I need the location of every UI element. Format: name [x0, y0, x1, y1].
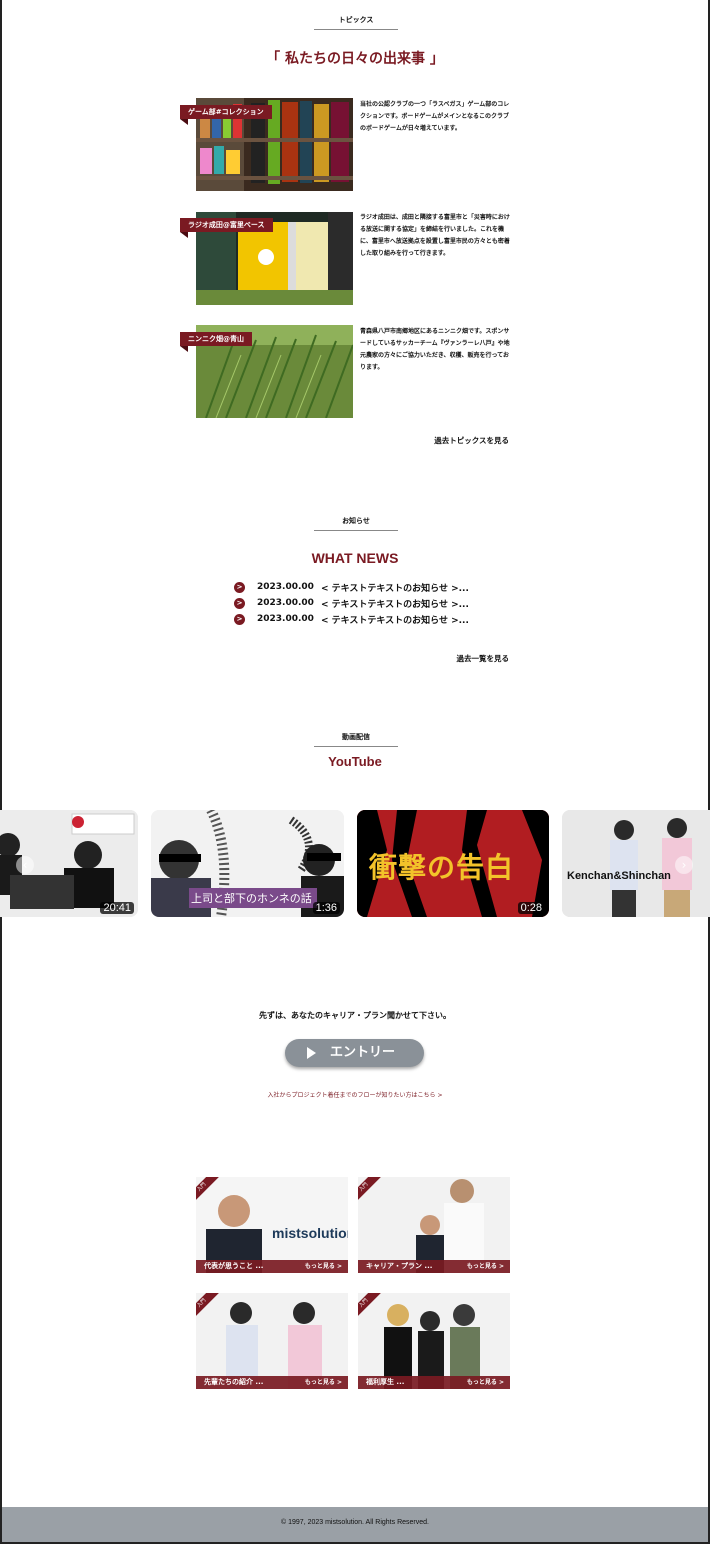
youtube-heading: YouTube: [328, 754, 382, 769]
chevron-right-icon: >: [234, 597, 245, 609]
banner-title: 先輩たちの紹介 ...: [204, 1378, 264, 1386]
entry-button-label: エントリー: [330, 1045, 396, 1060]
footer: © 1997, 2023 mistsolution. All Rights Re…: [2, 1507, 708, 1542]
banner-career-plan[interactable]: 入門 キャリア・プラン ... もっと見る >: [358, 1177, 510, 1273]
topic-text: 当社の公認クラブの一つ「ラスベガス」ゲーム部のコレクションです。ボードゲームがメ…: [360, 101, 510, 132]
video-duration: 0:28: [517, 902, 545, 914]
footer-copyright: © 1997, 2023 mistsolution. All Rights Re…: [281, 1519, 429, 1526]
news-item[interactable]: > 2023.00.00 < テキストテキストのお知らせ >...: [234, 596, 469, 610]
past-news-link[interactable]: 過去一覧を見る: [457, 653, 510, 664]
topics-heading: 「 私たちの日々の出来事 」: [266, 51, 444, 67]
video-duration: 20:41: [100, 902, 134, 914]
banner-more-link[interactable]: もっと見る >: [467, 1260, 504, 1273]
banner-title-bar: 福利厚生 ... もっと見る >: [358, 1376, 510, 1389]
news-date: 2023.00.00: [257, 598, 314, 608]
news-title: < テキストテキストのお知らせ >...: [321, 615, 469, 626]
banner-more-link[interactable]: もっと見る >: [305, 1376, 342, 1389]
banner-more-link[interactable]: もっと見る >: [467, 1376, 504, 1389]
video-section-label: 動画配信: [314, 732, 398, 747]
play-icon: [307, 1047, 316, 1059]
news-item[interactable]: > 2023.00.00 < テキストテキストのお知らせ >...: [234, 612, 469, 626]
entry-lead-text: 先ずは、あなたのキャリア・プラン聞かせて下さい。: [259, 1011, 451, 1020]
news-title: < テキストテキストのお知らせ >...: [321, 583, 469, 594]
news-item[interactable]: > 2023.00.00 < テキストテキストのお知らせ >...: [234, 580, 469, 594]
banner-more-link[interactable]: もっと見る >: [305, 1260, 342, 1273]
topic-tag: ラジオ成田@富里ベース: [180, 218, 273, 238]
mistsolution-logo: mistsolution: [272, 1225, 348, 1241]
banner-title-bar: 先輩たちの紹介 ... もっと見る >: [196, 1376, 348, 1389]
chevron-right-icon[interactable]: ›: [675, 856, 693, 874]
video-thumbnail[interactable]: 衝撃の告白 0:28: [357, 810, 549, 917]
banner-ceo-message[interactable]: mistsolution 入門 代表が思うこと ... もっと見る >: [196, 1177, 348, 1273]
chevron-left-icon[interactable]: ‹: [16, 856, 34, 874]
news-section-label: お知らせ: [314, 516, 398, 531]
entry-button[interactable]: エントリー: [285, 1039, 424, 1067]
banner-senior-intro[interactable]: 入門 先輩たちの紹介 ... もっと見る >: [196, 1293, 348, 1389]
news-date: 2023.00.00: [257, 582, 314, 592]
topic-text: ラジオ成田は、成田と隣接する富里市と「災害時における放送に関する協定」を締結を行…: [360, 214, 510, 257]
video-overlay-title: 衝撃の告白: [369, 851, 515, 884]
banner-title-bar: キャリア・プラン ... もっと見る >: [358, 1260, 510, 1273]
topic-text: 青森県八戸市南郷地区にあるニンニク畑です。スポンサードしているサッカーチーム『ヴ…: [360, 328, 510, 371]
banner-welfare[interactable]: 入門 福利厚生 ... もっと見る >: [358, 1293, 510, 1389]
video-duration: 1:36: [312, 902, 340, 914]
video-overlay-title: 上司と部下のホンネの話: [191, 892, 312, 905]
topic-tag: ニンニク畑@青山: [180, 332, 252, 352]
news-title: < テキストテキストのお知らせ >...: [321, 599, 469, 610]
banner-title: 代表が思うこと ...: [204, 1262, 264, 1270]
banner-title: キャリア・プラン ...: [366, 1262, 433, 1270]
topics-section-label: トピックス: [314, 15, 398, 30]
video-overlay-title: Kenchan&Shinchan: [567, 870, 671, 882]
past-topics-link[interactable]: 過去トピックスを見る: [434, 435, 509, 446]
chevron-right-icon: >: [234, 613, 245, 625]
video-thumbnail[interactable]: 上司と部下のホンネの話 1:36: [151, 810, 344, 917]
chevron-right-icon: >: [234, 581, 245, 593]
news-heading: WHAT NEWS: [311, 550, 399, 566]
banner-title: 福利厚生 ...: [366, 1378, 405, 1386]
banner-title-bar: 代表が思うこと ... もっと見る >: [196, 1260, 348, 1273]
flow-link[interactable]: 入社からプロジェクト着任までのフローが知りたい方はこちら >: [0, 1090, 710, 1099]
news-date: 2023.00.00: [257, 614, 314, 624]
topic-tag: ゲーム部#コレクション: [180, 105, 272, 125]
page-frame: [0, 0, 710, 1544]
